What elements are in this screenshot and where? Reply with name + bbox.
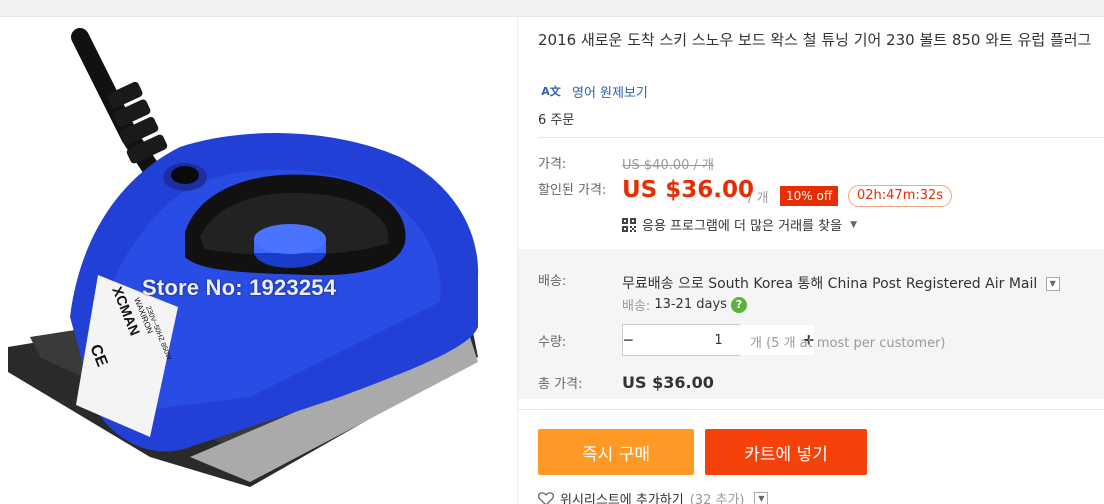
wishlist-count: (32 추가) <box>689 493 745 504</box>
quantity-stepper: − + <box>622 324 815 356</box>
original-price-label: 가격: <box>538 157 567 172</box>
discount-badge: 10% off <box>780 186 839 206</box>
product-image[interactable]: XCMAN WAXIRON 230V~50HZ 850W CE Store No… <box>0 17 517 504</box>
total-price: US $36.00 <box>622 373 714 392</box>
add-to-wishlist-link[interactable]: 위시리스트에 추가하기 (32 추가) ▼ <box>538 489 769 504</box>
wax-iron-illustration: XCMAN WAXIRON 230V~50HZ 850W CE <box>8 28 479 487</box>
product-info-panel: 2016 새로운 도착 스키 스노우 보드 왁스 철 튜닝 기어 230 볼트 … <box>518 17 1104 504</box>
wishlist-label: 위시리스트에 추가하기 <box>560 493 684 504</box>
divider <box>518 409 1104 410</box>
shipping-method-text: 으로 South Korea 통해 China Post Registered … <box>677 276 1038 292</box>
shipping-method[interactable]: 무료배송 으로 South Korea 통해 China Post Regist… <box>622 273 1060 293</box>
top-bar <box>0 0 1104 17</box>
sale-price-unit: / 개 <box>748 191 769 206</box>
sale-price-label: 할인된 가격: <box>538 183 607 198</box>
shipping-dropdown-icon[interactable]: ▼ <box>1045 277 1060 291</box>
delivery-time-value: 13-21 days <box>654 297 727 312</box>
app-deal-label: 응용 프로그램에 더 많은 거래를 찾을 <box>642 219 843 234</box>
order-count: 6 주문 <box>538 113 575 128</box>
store-watermark: Store No: 1923254 <box>142 275 337 300</box>
view-original-label: 영어 원제보기 <box>572 85 648 101</box>
caret-down-icon: ▼ <box>850 219 857 230</box>
delivery-time: 배송: 13-21 days ? <box>622 295 747 314</box>
sale-price: US $36.00 <box>622 177 755 203</box>
quantity-decrease-button[interactable]: − <box>623 325 634 355</box>
add-to-cart-button[interactable]: 카트에 넣기 <box>705 429 867 475</box>
total-price-label: 총 가격: <box>538 377 583 392</box>
app-deal-link[interactable]: 응용 프로그램에 더 많은 거래를 찾을 ▼ <box>622 215 857 234</box>
help-icon[interactable]: ? <box>730 296 747 313</box>
divider <box>538 137 1104 138</box>
quantity-label: 수량: <box>538 335 567 350</box>
shipping-label: 배송: <box>538 274 567 289</box>
buy-now-button[interactable]: 즉시 구매 <box>538 429 694 475</box>
countdown-timer: 02h:47m:32s <box>848 185 953 207</box>
product-title: 2016 새로운 도착 스키 스노우 보드 왁스 철 튜닝 기어 230 볼트 … <box>538 31 1092 49</box>
original-price: US $40.00 / 개 <box>622 158 714 173</box>
delivery-time-label: 배송: <box>622 299 651 314</box>
purchase-options-panel <box>518 249 1104 399</box>
heart-icon <box>538 491 554 504</box>
free-shipping-text: 무료배송 <box>622 276 674 292</box>
view-original-link[interactable]: A文 영어 원제보기 <box>538 81 648 101</box>
translate-icon: A文 <box>541 85 561 98</box>
quantity-limit-note: 개 (5 개 at most per customer) <box>750 336 946 351</box>
qr-code-icon <box>622 217 636 232</box>
wishlist-dropdown-icon[interactable]: ▼ <box>754 491 769 504</box>
